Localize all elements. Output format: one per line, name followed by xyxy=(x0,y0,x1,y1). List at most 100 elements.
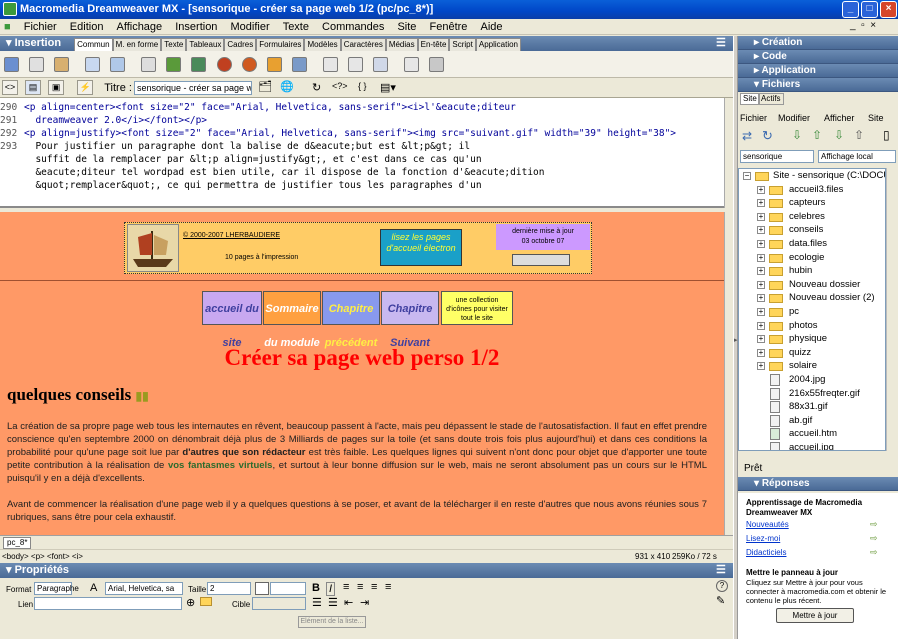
menu-aide[interactable]: Aide xyxy=(475,19,507,35)
tree-folder[interactable]: + capteurs xyxy=(739,196,885,210)
design-view[interactable]: © 2000-2007 LHERBAUDIERE 10 pages à l'im… xyxy=(0,212,724,535)
maximize-button[interactable]: □ xyxy=(861,1,878,18)
image-icon[interactable] xyxy=(166,57,182,72)
font-select[interactable]: Arial, Helvetica, sa xyxy=(105,582,183,595)
file-management-icon[interactable]: 🗂 xyxy=(258,80,272,93)
link-didacticiels[interactable]: Didacticiels xyxy=(746,548,786,557)
navigation-bar-icon[interactable] xyxy=(141,57,157,72)
code-view-button[interactable]: <> xyxy=(2,80,18,95)
accueil-banner[interactable]: lisez les pages d'accueil électron xyxy=(380,229,462,266)
menu-site[interactable]: Site xyxy=(392,19,421,35)
link-nouveautes[interactable]: Nouveautés xyxy=(746,520,789,529)
ordered-list-icon[interactable]: ☰ xyxy=(328,596,338,609)
tab-site[interactable]: Site xyxy=(740,93,760,105)
target-select[interactable] xyxy=(252,597,306,610)
nav-accueil-button[interactable]: accueil du site xyxy=(202,291,262,349)
preview-browser-icon[interactable]: 🌐 xyxy=(280,80,294,93)
tab-en-tete[interactable]: En-tête xyxy=(417,38,450,51)
check-in-icon[interactable]: ⇧ xyxy=(854,128,864,142)
close-button[interactable]: × xyxy=(880,1,897,18)
view-options-icon[interactable]: ▤▾ xyxy=(380,81,396,94)
link-lisez-moi[interactable]: Lisez-moi xyxy=(746,534,780,543)
help-icon[interactable]: ? xyxy=(716,580,728,592)
expand-icon[interactable]: + xyxy=(757,280,765,289)
code-scrollbar[interactable] xyxy=(724,98,733,208)
code-view[interactable]: 290 <p align=center><font size="2" face="… xyxy=(0,98,733,208)
menu-edition[interactable]: Edition xyxy=(65,19,109,35)
refresh-files-icon[interactable]: ↻ xyxy=(762,128,773,144)
tree-file[interactable]: ab.gif xyxy=(739,414,885,428)
tree-file[interactable]: accueil.jpg xyxy=(739,441,885,450)
flash-text-icon[interactable] xyxy=(266,57,282,72)
copyright-link[interactable]: © 2000-2007 LHERBAUDIERE xyxy=(183,232,280,239)
align-justify-icon[interactable]: ≡ xyxy=(385,581,391,593)
outdent-icon[interactable]: ⇤ xyxy=(344,596,353,609)
refresh-icon[interactable]: ↻ xyxy=(312,81,321,94)
menu-modifier[interactable]: Modifier xyxy=(226,19,275,35)
bold-button[interactable]: B xyxy=(312,582,320,594)
comment-icon[interactable] xyxy=(403,57,419,72)
align-center-icon[interactable]: ≡ xyxy=(357,581,363,593)
quick-tag-editor-icon[interactable]: ✎ xyxy=(716,594,725,607)
tree-file[interactable]: 2004.jpg xyxy=(739,373,885,387)
arrow-link-icon[interactable]: ⇨ xyxy=(870,547,878,558)
format-select[interactable]: Paragraphe xyxy=(34,582,79,595)
italic-button[interactable]: I xyxy=(326,582,336,596)
expand-icon[interactable]: + xyxy=(757,239,765,248)
tree-folder[interactable]: + Nouveau dossier (2) xyxy=(739,291,885,305)
tree-folder[interactable]: + accueil3.files xyxy=(739,183,885,197)
splitter-arrow-icon[interactable]: ▸ xyxy=(734,336,738,344)
split-view-button[interactable]: ▤ xyxy=(25,80,42,95)
panel-creation[interactable]: ▸ Création xyxy=(738,36,898,50)
color-swatch[interactable] xyxy=(255,582,269,595)
tab-medias[interactable]: Médias xyxy=(385,38,418,51)
mail-icon[interactable] xyxy=(512,254,570,266)
file-tree[interactable]: − Site - sensorique (C:\DOCUME + accueil3.… xyxy=(738,168,886,451)
panel-code[interactable]: ▸ Code xyxy=(738,50,898,64)
tab-caracteres[interactable]: Caractères xyxy=(340,38,386,51)
code-navigation-icon[interactable]: { } xyxy=(358,81,367,91)
expand-icon[interactable]: + xyxy=(757,199,765,208)
page-title-input[interactable]: sensorique - créer sa page we xyxy=(134,81,252,95)
expand-icon[interactable]: + xyxy=(757,185,765,194)
link-input[interactable] xyxy=(34,597,182,610)
tabular-data-icon[interactable] xyxy=(372,57,388,72)
panel-fichiers[interactable]: ▾ Fichiers xyxy=(738,78,898,92)
minimize-button[interactable]: _ xyxy=(842,1,859,18)
expand-icon[interactable]: + xyxy=(757,253,765,262)
put-icon[interactable]: ⇧ xyxy=(812,128,822,142)
check-out-icon[interactable]: ⇩ xyxy=(834,128,844,142)
expand-icon[interactable]: + xyxy=(757,321,765,330)
get-icon[interactable]: ⇩ xyxy=(792,128,802,142)
tag-chooser-icon[interactable] xyxy=(429,57,444,72)
nav-sommaire-button[interactable]: Sommaire du module xyxy=(263,291,321,349)
tab-formulaires[interactable]: Formulaires xyxy=(256,38,305,51)
tree-folder[interactable]: + quizz xyxy=(739,346,885,360)
tree-file[interactable]: accueil.htm xyxy=(739,427,885,441)
arrow-link-icon[interactable]: ⇨ xyxy=(870,519,878,530)
live-data-icon[interactable]: ⚡ xyxy=(77,80,94,95)
color-field[interactable] xyxy=(270,582,306,595)
expand-icon[interactable]: + xyxy=(757,267,765,276)
menu-afficher-files[interactable]: Afficher xyxy=(824,113,854,123)
expand-icon[interactable]: + xyxy=(757,307,765,316)
date-icon[interactable] xyxy=(347,57,363,72)
email-link-icon[interactable] xyxy=(29,57,45,72)
tree-file[interactable]: 88x31.gif xyxy=(739,400,885,414)
panel-application[interactable]: ▸ Application xyxy=(738,64,898,78)
menu-fenetre[interactable]: Fenêtre xyxy=(425,19,473,35)
window-size[interactable]: 931 x 410 xyxy=(635,550,670,564)
panel-options-icon[interactable]: ☰ xyxy=(716,36,726,51)
expand-icon[interactable]: + xyxy=(757,212,765,221)
hyperlink-icon[interactable] xyxy=(4,57,19,72)
expand-icon[interactable]: + xyxy=(757,362,765,371)
nav-collection-box[interactable]: une collection d'icônes pour visiter tou… xyxy=(441,291,513,325)
tab-tableaux[interactable]: Tableaux xyxy=(186,38,225,51)
align-left-icon[interactable]: ≡ xyxy=(343,581,349,593)
menu-insertion[interactable]: Insertion xyxy=(170,19,222,35)
tab-actifs[interactable]: Actifs xyxy=(758,93,784,105)
expand-icon[interactable]: + xyxy=(757,226,765,235)
tree-folder[interactable]: + ecologie xyxy=(739,251,885,265)
expand-icon[interactable]: + xyxy=(757,348,765,357)
menu-site-files[interactable]: Site xyxy=(868,113,884,123)
